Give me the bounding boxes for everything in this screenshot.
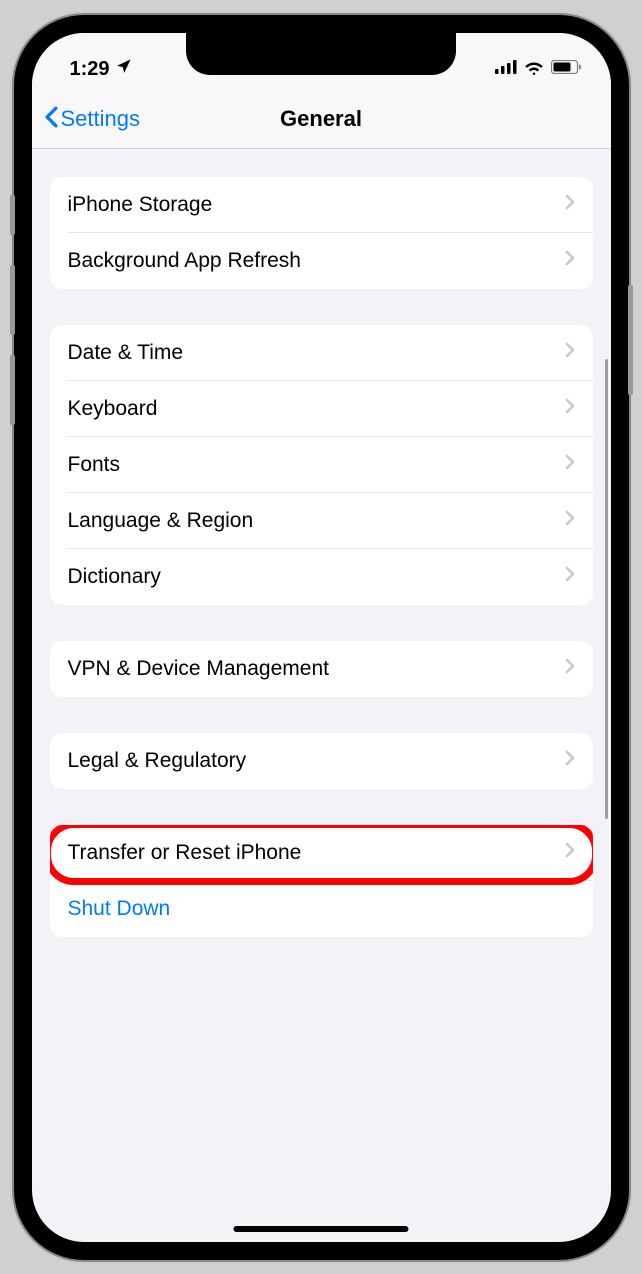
chevron-right-icon [565,658,575,679]
scrollbar[interactable] [605,359,608,819]
row-label: Transfer or Reset iPhone [68,841,302,865]
row-label: Dictionary [68,565,161,589]
back-label: Settings [61,106,141,132]
power-button [628,285,633,395]
row-iphone-storage[interactable]: iPhone Storage [50,177,593,233]
row-fonts[interactable]: Fonts [50,437,593,493]
mute-switch [10,195,15,235]
row-label: Background App Refresh [68,249,301,273]
row-label: Keyboard [68,397,158,421]
volume-up-button [10,265,15,335]
notch [186,33,456,75]
row-legal-regulatory[interactable]: Legal & Regulatory [50,733,593,789]
home-indicator[interactable] [234,1226,409,1232]
section-legal: Legal & Regulatory [50,733,593,789]
status-time: 1:29 [70,58,110,81]
nav-bar: Settings General [32,91,611,149]
row-language-region[interactable]: Language & Region [50,493,593,549]
chevron-right-icon [565,842,575,863]
row-dictionary[interactable]: Dictionary [50,549,593,605]
wifi-icon [524,60,544,80]
phone-screen: 1:29 [32,33,611,1242]
row-vpn-device-management[interactable]: VPN & Device Management [50,641,593,697]
row-label: VPN & Device Management [68,657,329,681]
content-area[interactable]: iPhone Storage Background App Refresh Da… [32,149,611,1242]
chevron-right-icon [565,250,575,271]
location-icon [115,58,132,81]
row-label: Fonts [68,453,121,477]
row-background-app-refresh[interactable]: Background App Refresh [50,233,593,289]
cellular-icon [495,60,517,79]
status-right [495,60,581,80]
row-label: Date & Time [68,341,184,365]
row-label: iPhone Storage [68,193,213,217]
status-left: 1:29 [70,58,132,81]
row-label: Language & Region [68,509,254,533]
chevron-right-icon [565,566,575,587]
chevron-right-icon [565,750,575,771]
section-vpn: VPN & Device Management [50,641,593,697]
section-storage: iPhone Storage Background App Refresh [50,177,593,289]
chevron-right-icon [565,342,575,363]
section-system: Date & Time Keyboard Fonts Language & Re… [50,325,593,605]
row-date-time[interactable]: Date & Time [50,325,593,381]
chevron-right-icon [565,454,575,475]
row-label: Legal & Regulatory [68,749,247,773]
row-shut-down[interactable]: Shut Down [50,881,593,937]
row-keyboard[interactable]: Keyboard [50,381,593,437]
chevron-right-icon [565,194,575,215]
phone-frame: 1:29 [14,15,629,1260]
page-title: General [280,106,362,132]
section-reset: Transfer or Reset iPhone Shut Down [50,825,593,937]
row-transfer-reset[interactable]: Transfer or Reset iPhone [50,825,593,881]
chevron-right-icon [565,398,575,419]
chevron-right-icon [565,510,575,531]
back-button[interactable]: Settings [44,102,141,136]
battery-icon [551,60,581,79]
row-label: Shut Down [68,897,171,921]
chevron-left-icon [44,102,59,136]
volume-down-button [10,355,15,425]
